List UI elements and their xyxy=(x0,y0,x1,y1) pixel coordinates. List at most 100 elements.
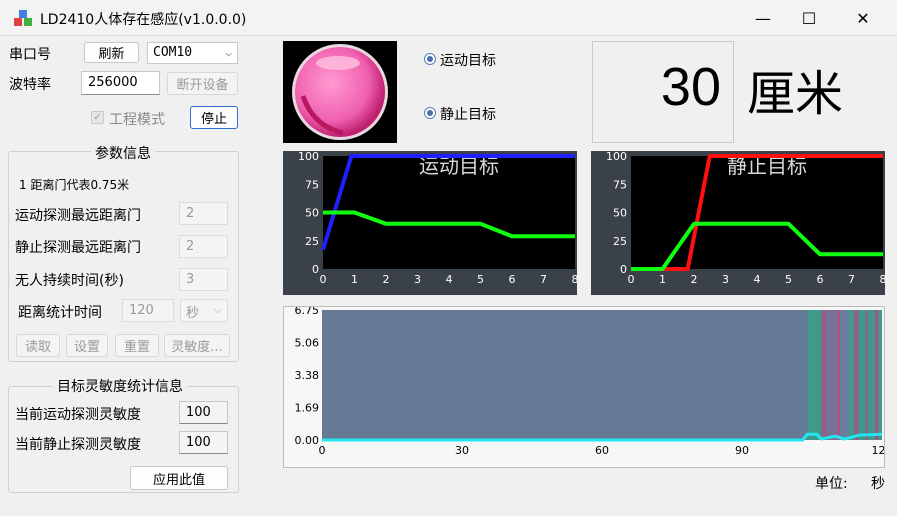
still-target-chart: 静止目标 0 25 50 75 100 0 1 2 3 4 5 6 7 8 xyxy=(591,150,887,295)
radio-dot xyxy=(427,56,433,62)
moving-chart-x-tick: 3 xyxy=(414,273,421,286)
baud-input[interactable]: 256000 xyxy=(81,71,160,95)
stop-button[interactable]: 停止 xyxy=(190,106,238,129)
distance-unit: 厘米 xyxy=(747,66,844,122)
still-chart-x-tick: 0 xyxy=(628,273,635,286)
chevron-down-icon: ⌵ xyxy=(225,46,232,59)
moving-chart-x-tick: 4 xyxy=(446,273,453,286)
moving-chart-y-tick: 25 xyxy=(305,235,319,248)
port-label: 串口号 xyxy=(9,47,51,63)
app-icon xyxy=(14,10,32,26)
engineering-mode-label: 工程模式 xyxy=(109,112,165,128)
engineering-mode-checkbox[interactable]: ✓ xyxy=(91,111,104,124)
history-activity-stripe xyxy=(875,310,879,440)
still-sensitivity-label: 当前静止探测灵敏度 xyxy=(15,437,141,453)
close-button[interactable]: ✕ xyxy=(840,0,886,36)
moving-target-label: 运动目标 xyxy=(440,53,496,69)
still-chart-x-tick: 4 xyxy=(754,273,761,286)
history-activity-stripe xyxy=(878,310,882,440)
history-x-tick: 90 xyxy=(735,444,749,457)
set-button[interactable]: 设置 xyxy=(66,334,108,357)
still-chart-y-tick: 100 xyxy=(606,151,627,163)
history-activity-stripe xyxy=(868,310,875,440)
target-indicator-image xyxy=(283,41,397,143)
moving-chart-y-tick: 0 xyxy=(312,263,319,276)
moving-target-radio[interactable] xyxy=(424,53,436,65)
history-y-tick: 5.06 xyxy=(295,337,320,350)
history-y-tick: 3.38 xyxy=(295,369,320,382)
history-x-tick: 0 xyxy=(319,444,326,457)
history-activity-stripe xyxy=(821,310,826,440)
stat-time-input[interactable]: 120 xyxy=(122,299,174,322)
history-y-tick: 6.75 xyxy=(295,307,320,317)
history-y-tick: 0.00 xyxy=(295,434,320,447)
moving-chart-x-tick: 8 xyxy=(572,273,578,286)
distance-history-chart: 0.00 1.69 3.38 5.06 6.75 0 30 60 90 120 xyxy=(283,304,893,468)
history-activity-stripe xyxy=(849,310,854,440)
move-sensitivity-label: 当前运动探测灵敏度 xyxy=(15,407,141,423)
history-activity-stripe xyxy=(865,310,868,440)
reset-button[interactable]: 重置 xyxy=(115,334,159,357)
moving-chart-y-tick: 50 xyxy=(305,207,319,220)
still-chart-y-tick: 0 xyxy=(620,263,627,276)
moving-chart-y-tick: 75 xyxy=(305,178,319,191)
history-x-tick: 60 xyxy=(595,444,609,457)
distance-box: 30 xyxy=(592,41,734,143)
history-activity-stripe xyxy=(837,310,840,440)
maximize-button[interactable]: ☐ xyxy=(786,0,832,36)
minimize-button[interactable]: — xyxy=(740,0,786,36)
history-activity-stripe xyxy=(826,310,838,440)
still-target-label: 静止目标 xyxy=(440,107,496,123)
still-chart-x-tick: 2 xyxy=(691,273,698,286)
still-sensitivity-value: 100 xyxy=(179,431,228,454)
history-activity-stripe xyxy=(840,310,850,440)
history-chart-svg: 0.00 1.69 3.38 5.06 6.75 0 30 60 90 120 xyxy=(295,304,893,457)
move-sensitivity-value: 100 xyxy=(179,401,228,424)
apply-button[interactable]: 应用此值 xyxy=(130,466,228,490)
still-chart-x-tick: 6 xyxy=(817,273,824,286)
stat-time-unit-select[interactable]: 秒 ⌵ xyxy=(180,299,228,322)
history-x-tick: 30 xyxy=(455,444,469,457)
history-unit-label: 单位: xyxy=(815,476,848,492)
stat-time-label: 距离统计时间 xyxy=(18,305,102,321)
port-select[interactable]: COM10 ⌵ xyxy=(147,42,238,64)
still-target-radio[interactable] xyxy=(424,107,436,119)
still-max-gate-input[interactable]: 2 xyxy=(179,235,228,258)
history-activity-stripe xyxy=(858,310,866,440)
title-bar: LD2410人体存在感应(v1.0.0.0) — ☐ ✕ xyxy=(0,0,897,36)
still-chart-x-tick: 7 xyxy=(848,273,855,286)
history-activity-stripe xyxy=(854,310,859,440)
moving-chart-x-tick: 5 xyxy=(477,273,484,286)
history-y-tick: 1.69 xyxy=(295,402,320,415)
moving-chart-x-tick: 6 xyxy=(509,273,516,286)
params-group-title: 参数信息 xyxy=(91,143,155,163)
sensitivity-group-title: 目标灵敏度统计信息 xyxy=(53,376,187,396)
chevron-down-icon: ⌵ xyxy=(213,303,222,316)
moving-chart-x-tick: 1 xyxy=(351,273,358,286)
window-title: LD2410人体存在感应(v1.0.0.0) xyxy=(40,12,247,28)
history-plot-area xyxy=(322,310,882,440)
history-activity-stripe xyxy=(807,310,822,440)
baud-label: 波特率 xyxy=(9,77,51,93)
moving-target-chart: 运动目标 0 25 50 75 100 0 1 2 3 4 5 6 7 8 xyxy=(283,150,579,295)
no-one-duration-label: 无人持续时间(秒) xyxy=(15,273,124,289)
still-chart-x-tick: 3 xyxy=(722,273,729,286)
read-button[interactable]: 读取 xyxy=(16,334,60,357)
distance-value: 30 xyxy=(660,57,721,117)
move-max-gate-label: 运动探测最远距离门 xyxy=(15,208,141,224)
moving-chart-x-tick: 0 xyxy=(320,273,327,286)
history-x-tick: 120 xyxy=(872,444,885,457)
disconnect-button[interactable]: 断开设备 xyxy=(167,72,238,95)
moving-chart-x-tick: 2 xyxy=(383,273,390,286)
still-chart-y-tick: 75 xyxy=(613,178,627,191)
no-one-duration-input[interactable]: 3 xyxy=(179,268,228,291)
sensitivity-button[interactable]: 灵敏度... xyxy=(164,334,230,357)
refresh-button[interactable]: 刷新 xyxy=(84,42,139,63)
still-max-gate-label: 静止探测最远距离门 xyxy=(15,240,141,256)
moving-chart-svg: 运动目标02550751000 1 2 3 4 5 6 7 8 xyxy=(298,150,579,286)
gate-note: 1 距离门代表0.75米 xyxy=(19,178,130,192)
radio-dot xyxy=(427,110,433,116)
move-max-gate-input[interactable]: 2 xyxy=(179,202,228,225)
still-chart-svg: 静止目标02550751000 1 2 3 4 5 6 7 8 xyxy=(606,150,887,286)
stat-time-unit-value: 秒 xyxy=(186,306,200,321)
